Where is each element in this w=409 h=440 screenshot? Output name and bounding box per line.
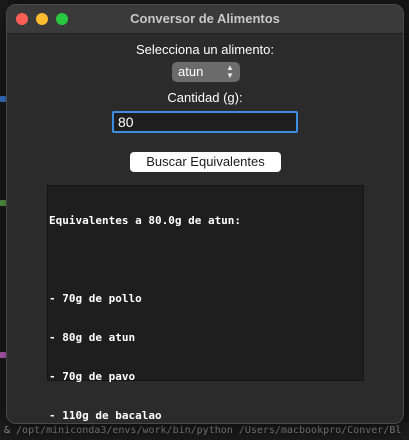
results-line: - 110g de bacalao (49, 409, 162, 422)
quantity-input[interactable] (112, 111, 298, 133)
results-text-area[interactable]: Equivalentes a 80.0g de atun: - 70g de p… (47, 185, 364, 422)
chevron-updown-icon: ▲ ▼ (226, 63, 234, 80)
window-title: Conversor de Alimentos (130, 11, 280, 26)
food-dropdown-value: atun (178, 64, 204, 79)
results-line: Equivalentes a 80.0g de atun: (49, 214, 242, 227)
background-terminal-line: & /opt/miniconda3/envs/work/bin/python /… (0, 422, 409, 440)
app-window: Conversor de Alimentos Selecciona un ali… (6, 4, 404, 424)
main-content: Selecciona un alimento: atun ▲ ▼ Cantidad… (7, 34, 403, 423)
window-titlebar[interactable]: Conversor de Alimentos (7, 5, 403, 34)
results-line: - 70g de pollo (49, 292, 142, 305)
search-equivalents-button[interactable]: Buscar Equivalentes (130, 152, 281, 172)
quantity-label: Cantidad (g): (167, 90, 243, 105)
results-line: - 70g de pavo (49, 370, 136, 383)
desktop-background: & /opt/miniconda3/envs/work/bin/python /… (0, 0, 409, 440)
results-line: - 80g de atun (49, 331, 136, 344)
results-line (49, 253, 362, 266)
food-dropdown[interactable]: atun ▲ ▼ (172, 62, 240, 82)
food-select-label: Selecciona un alimento: (135, 42, 275, 57)
